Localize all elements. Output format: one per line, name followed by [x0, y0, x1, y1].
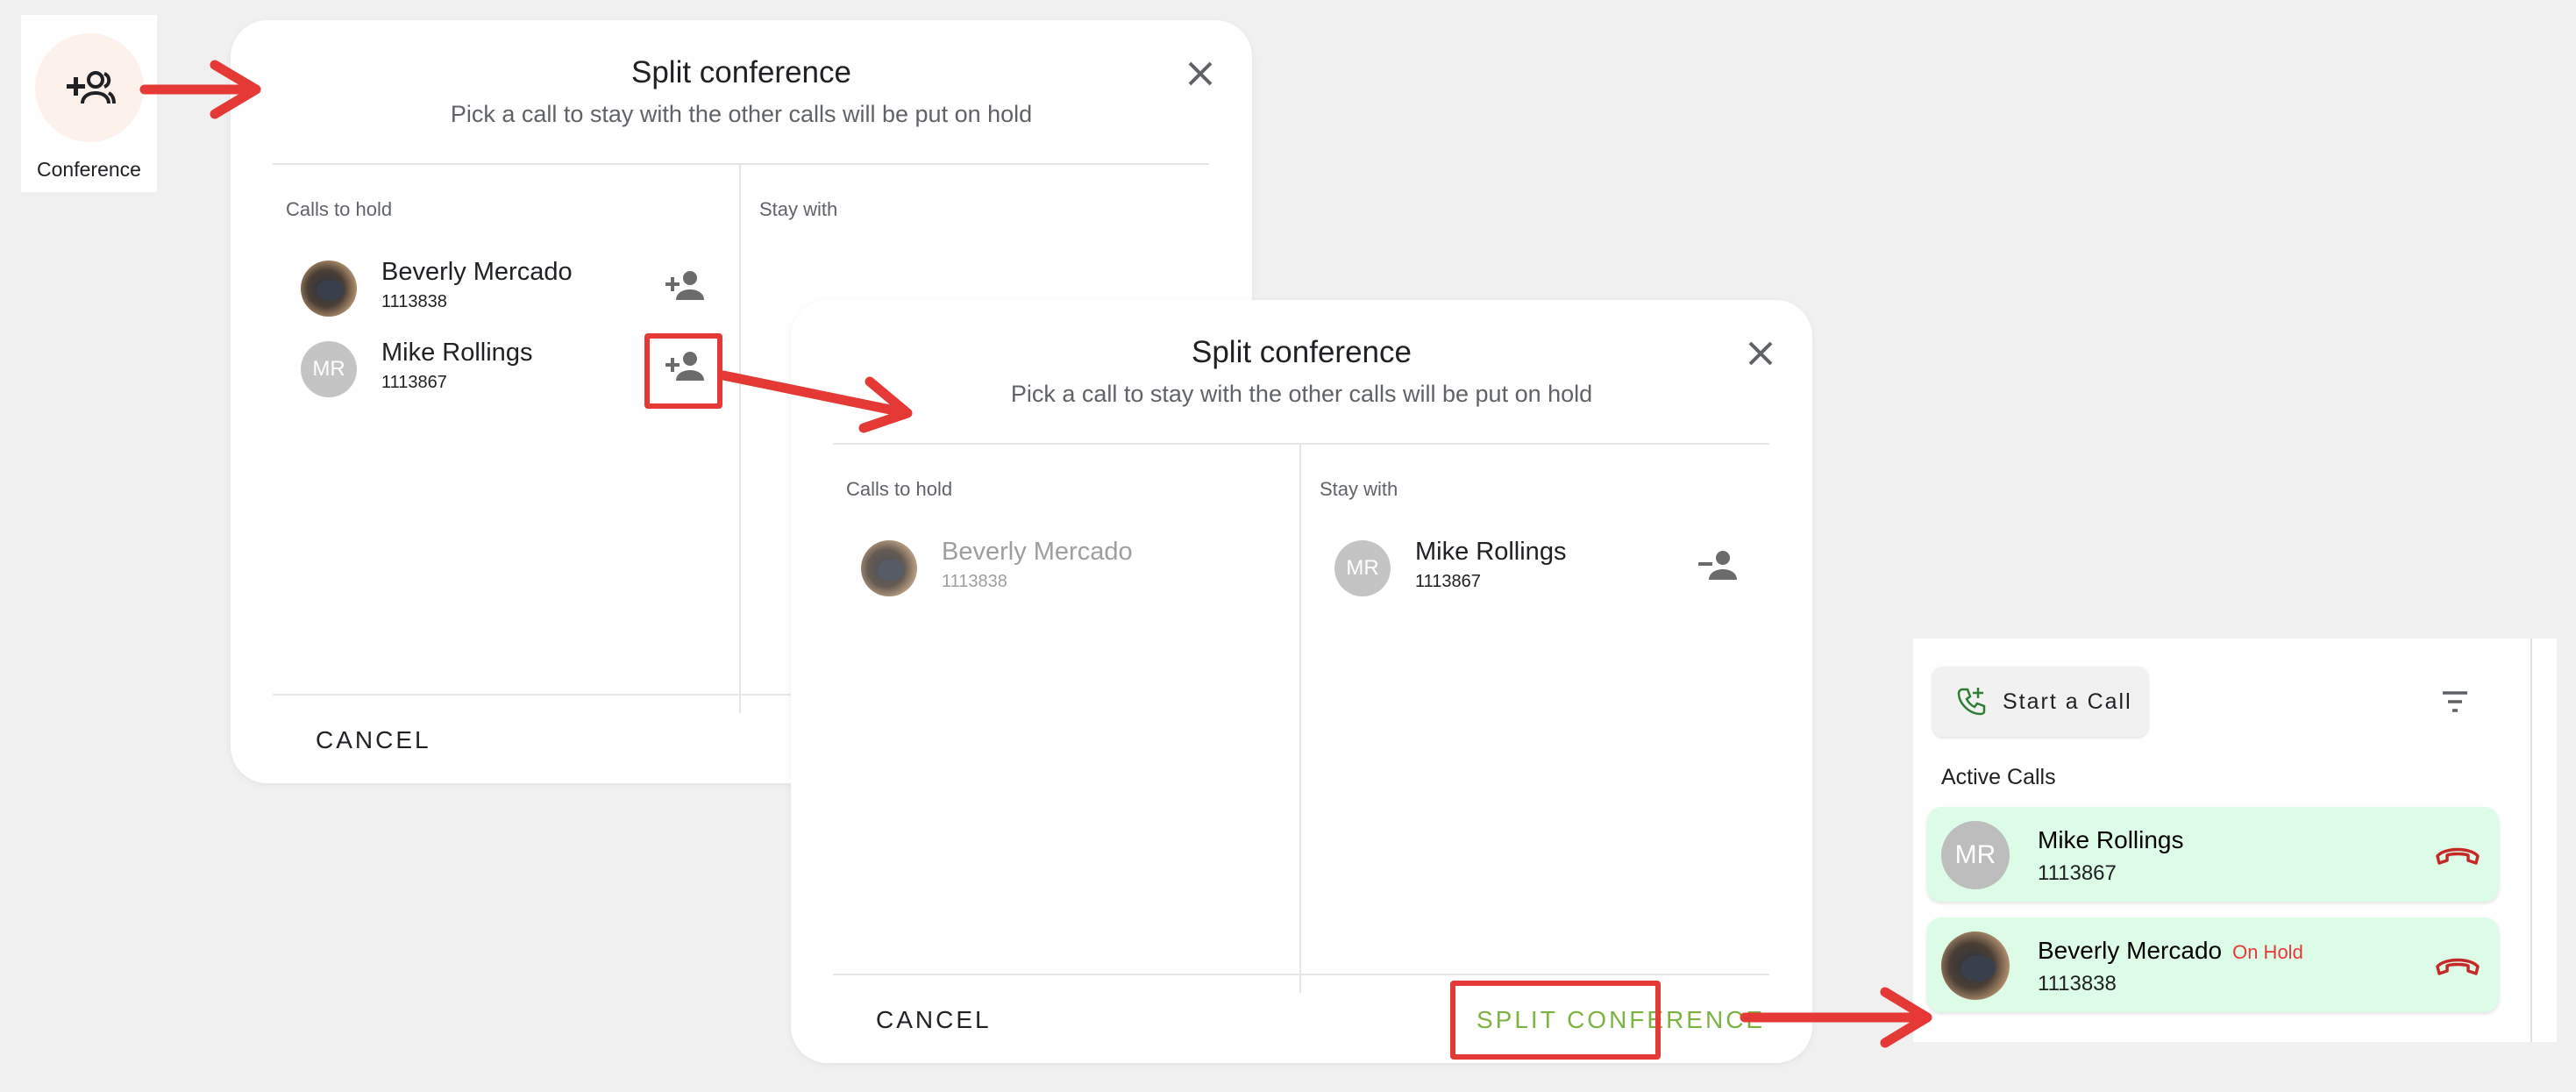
calls-panel: Start a Call Active Calls MR Mike Rollin… — [1913, 639, 2557, 1042]
contact-name: Mike Rollings — [381, 339, 533, 367]
active-call-card[interactable]: MR Mike Rollings 1113867 — [1927, 807, 2499, 902]
close-icon[interactable] — [1743, 336, 1778, 371]
calls-to-hold-label: Calls to hold — [286, 198, 393, 220]
divider — [833, 443, 1769, 445]
conference-label: Conference — [37, 158, 141, 181]
highlight-box — [644, 333, 722, 409]
call-number: 1113838 — [2038, 972, 2117, 996]
calls-to-hold-label: Calls to hold — [846, 478, 953, 500]
column-divider — [1299, 445, 1301, 993]
filter-icon[interactable] — [2439, 686, 2471, 717]
call-name-text: Beverly Mercado — [2038, 937, 2223, 964]
divider — [833, 974, 1769, 975]
contact-number: 1113838 — [942, 572, 1007, 591]
contact-number: 1113867 — [381, 373, 447, 392]
avatar: MR — [1941, 821, 2010, 889]
dialog-subtitle: Pick a call to stay with the other calls… — [1010, 381, 1593, 407]
hangup-icon[interactable] — [2434, 839, 2481, 870]
avatar — [861, 540, 917, 596]
avatar: MR — [301, 341, 357, 397]
column-divider — [739, 165, 741, 713]
phone-add-icon — [1957, 688, 1986, 716]
contact-number: 1113838 — [381, 292, 447, 311]
stay-with-label: Stay with — [1320, 478, 1398, 500]
active-calls-title: Active Calls — [1941, 765, 2056, 789]
stay-with-label: Stay with — [759, 198, 838, 220]
dialog-title: Split conference — [631, 55, 851, 89]
cancel-button[interactable]: CANCEL — [876, 1006, 992, 1034]
dialog-title: Split conference — [1192, 335, 1412, 369]
call-name: Mike Rollings — [2038, 826, 2184, 853]
contact-name: Beverly Mercado — [381, 258, 573, 286]
conference-tile[interactable]: Conference — [21, 15, 157, 192]
contact-name: Mike Rollings — [1415, 538, 1567, 566]
conference-button[interactable] — [35, 33, 144, 142]
call-name: Beverly Mercado On Hold — [2038, 937, 2303, 965]
start-call-label: Start a Call — [2003, 689, 2132, 714]
avatar — [301, 261, 357, 317]
active-call-card[interactable]: Beverly Mercado On Hold 1113838 — [1927, 917, 2499, 1012]
person-add-icon[interactable] — [659, 261, 710, 311]
avatar — [1941, 931, 2010, 1000]
add-group-icon — [67, 71, 116, 104]
dialog-subtitle: Pick a call to stay with the other calls… — [450, 101, 1033, 127]
highlight-box — [1450, 981, 1661, 1060]
scrollbar[interactable] — [2530, 639, 2532, 1042]
start-call-button[interactable]: Start a Call — [1932, 667, 2148, 737]
person-remove-icon[interactable] — [1692, 540, 1743, 591]
avatar: MR — [1334, 540, 1391, 596]
split-conference-dialog-selected: Split conference Pick a call to stay wit… — [791, 300, 1812, 1063]
hangup-icon[interactable] — [2434, 949, 2481, 981]
call-number: 1113867 — [2038, 861, 2117, 885]
divider — [273, 163, 1209, 165]
close-icon[interactable] — [1183, 56, 1218, 91]
cancel-button[interactable]: CANCEL — [316, 726, 431, 754]
contact-name: Beverly Mercado — [942, 538, 1133, 566]
contact-number: 1113867 — [1415, 572, 1481, 591]
on-hold-badge: On Hold — [2232, 941, 2303, 963]
